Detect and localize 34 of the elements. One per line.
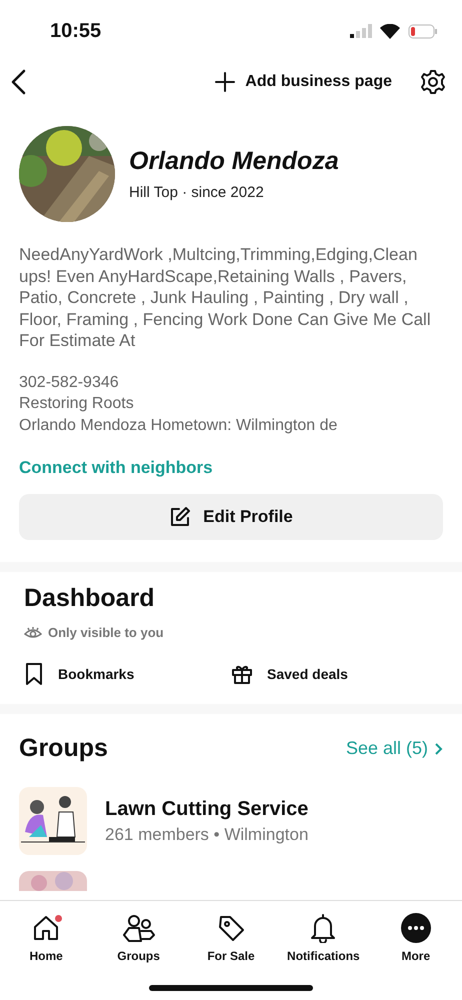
tab-bar-item[interactable]: Groups <box>92 913 185 971</box>
profile-subtitle: Hill Top · since 2022 <box>129 184 265 201</box>
tab-bar-item[interactable]: Notifications <box>277 913 370 971</box>
profile-detail: 302-582-9346 <box>19 372 120 392</box>
dashboard-item[interactable]: Saved deals <box>231 662 438 686</box>
chevron-icon <box>434 742 443 756</box>
more-icon <box>400 913 431 943</box>
tab-bar-item[interactable]: More <box>370 913 462 971</box>
dashboard-title: Dashboard <box>24 584 156 613</box>
dashboard-item[interactable]: Bookmarks <box>24 662 231 686</box>
tab-bar-item[interactable]: For Sale <box>184 913 278 971</box>
profile-detail: Orlando Mendoza Hometown: Wilmington de <box>19 416 338 436</box>
visibility-note: Only visible to you <box>48 625 164 640</box>
people-icon <box>120 913 157 943</box>
pencil-icon <box>169 506 192 528</box>
eye-icon <box>24 626 42 640</box>
plus-icon <box>215 72 236 92</box>
bookmark-icon <box>24 662 44 686</box>
settings-icon[interactable] <box>420 69 446 95</box>
gift-icon <box>231 663 253 685</box>
groups-title: Groups <box>19 734 108 763</box>
back-button[interactable] <box>10 69 28 95</box>
profile-name: Orlando Mendoza <box>129 147 339 176</box>
tab-bar-item[interactable]: Home <box>0 913 92 971</box>
group-meta: 261 members • Wilmington <box>105 824 308 844</box>
status-time: 10:55 <box>50 20 102 42</box>
wifi-icon <box>380 24 400 38</box>
edit-profile-button[interactable]: Edit Profile <box>19 494 443 540</box>
profile-detail: Restoring Roots <box>19 394 135 414</box>
signal-icon <box>350 24 372 38</box>
add-business-page-button[interactable]: Add business page <box>215 72 392 92</box>
group-name[interactable]: Lawn Cutting Service <box>105 798 308 820</box>
battery-icon <box>408 24 438 38</box>
profile-bio: NeedAnyYardWork ,Multcing,Trimming,Edging,Clean ups! Even AnyHardScape,Retaining Walls , Pavers, Patio, Concrete , Junk Hauling , Painting , Dry wall , Floor, Framing , Fencing Work Done Can Give Me Call For Estimate At <box>19 244 432 352</box>
